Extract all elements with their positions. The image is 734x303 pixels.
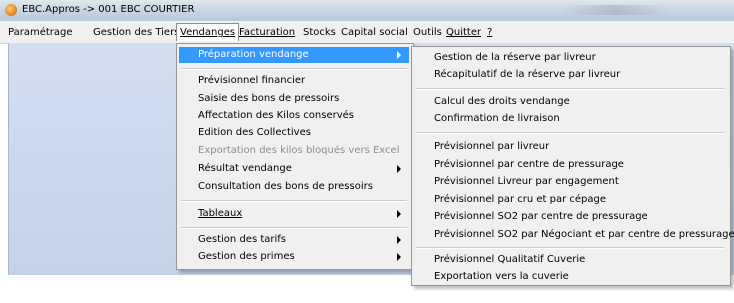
menu-item-label: Résultat vendange <box>198 163 292 174</box>
menu-item-label: Consultation des bons de pressoirs <box>198 181 373 192</box>
menu-gestion-des-tiers[interactable]: Gestion des Tiers <box>91 25 181 40</box>
menu-vendanges[interactable]: Vendanges <box>176 23 240 41</box>
menu-item-confirmation-livraison[interactable]: Confirmation de livraison <box>414 111 726 127</box>
menu-item-prev-engagement[interactable]: Prévisionnel Livreur par engagement <box>414 174 726 190</box>
menu-item-label: Gestion de la réserve par livreur <box>434 52 596 63</box>
menu-item-calcul-droits[interactable]: Calcul des droits vendange <box>414 94 726 110</box>
menu-item-saisie-bons-pressoirs[interactable]: Saisie des bons de pressoirs <box>179 91 409 107</box>
menu-item-resultat-vendange[interactable]: Résultat vendange <box>179 161 409 177</box>
menu-item-label: Edition des Collectives <box>198 127 311 138</box>
menu-item-prev-so2-centre[interactable]: Prévisionnel SO2 par centre de pressurag… <box>414 209 726 225</box>
menu-item-previsionnel-financier[interactable]: Prévisionnel financier <box>179 73 409 89</box>
menu-item-recap-reserve[interactable]: Récapitulatif de la réserve par livreur <box>414 67 726 83</box>
menu-item-prev-cru-cepage[interactable]: Prévisionnel par cru et par cépage <box>414 192 726 208</box>
menu-item-label: Prévisionnel financier <box>198 75 306 86</box>
menu-item-edition-collectives[interactable]: Edition des Collectives <box>179 125 409 141</box>
menu-separator <box>181 227 407 229</box>
menu-item-label: Confirmation de livraison <box>434 113 560 124</box>
menu-capital-social[interactable]: Capital social <box>339 25 410 40</box>
menu-item-prev-qualitatif-cuverie[interactable]: Prévisionnel Qualitatif Cuverie <box>414 252 726 268</box>
menu-item-prev-centre-pressurage[interactable]: Prévisionnel par centre de pressurage <box>414 157 726 173</box>
menu-item-label: Gestion des tarifs <box>198 234 287 245</box>
submenu-arrow-icon <box>397 253 401 261</box>
menu-item-label: Calcul des droits vendange <box>434 96 570 107</box>
menu-item-label: Prévisionnel Qualitatif Cuverie <box>434 254 586 265</box>
menu-item-affectation-kilos[interactable]: Affectation des Kilos conservés <box>179 108 409 124</box>
submenu-arrow-icon <box>397 165 401 173</box>
menu-separator <box>416 132 724 134</box>
menu-item-label: Saisie des bons de pressoirs <box>198 93 340 104</box>
menu-item-label: Gestion des primes <box>198 251 295 262</box>
menu-vendanges-label: Vendanges <box>180 27 236 38</box>
title-bar: EBC.Appros -> 001 EBC COURTIER <box>0 0 734 22</box>
menu-item-label: Prévisionnel par cru et par cépage <box>434 194 607 205</box>
menu-item-label: Exportation des kilos bloqués vers Excel <box>198 145 400 156</box>
menu-item-consultation-bons[interactable]: Consultation des bons de pressoirs <box>179 179 409 195</box>
menu-item-label: Récapitulatif de la réserve par livreur <box>434 69 621 80</box>
submenu-arrow-icon <box>397 210 401 218</box>
menu-item-label: Affectation des Kilos conservés <box>198 110 354 121</box>
vendanges-dropdown: Préparation vendange Prévisionnel financ… <box>176 43 414 270</box>
menu-separator <box>181 200 407 202</box>
title-bar-blurred-area <box>560 5 670 15</box>
menu-separator <box>416 88 724 90</box>
menu-item-label: Prévisionnel SO2 par Négociant et par ce… <box>434 229 734 240</box>
menu-separator <box>416 247 724 249</box>
preparation-vendange-submenu: Gestion de la réserve par livreur Récapi… <box>411 46 734 286</box>
menu-item-export-cuverie[interactable]: Exportation vers la cuverie <box>414 269 726 285</box>
menu-quitter[interactable]: Quitter <box>444 25 483 40</box>
menu-facturation-label: Facturation <box>239 27 296 38</box>
menu-item-tableaux[interactable]: Tableaux <box>179 206 409 222</box>
menu-item-gestion-tarifs[interactable]: Gestion des tarifs <box>179 232 409 248</box>
menu-item-gestion-primes[interactable]: Gestion des primes <box>179 249 409 265</box>
menu-outils[interactable]: Outils <box>411 25 444 40</box>
menu-parametrage[interactable]: Paramétrage <box>6 25 75 40</box>
menu-item-label: Tableaux <box>198 206 242 222</box>
menu-item-prev-so2-negociant[interactable]: Prévisionnel SO2 par Négociant et par ce… <box>414 227 734 243</box>
submenu-arrow-icon <box>397 51 401 59</box>
menu-item-label: Prévisionnel par livreur <box>434 141 550 152</box>
menu-stocks[interactable]: Stocks <box>301 25 338 40</box>
menu-item-preparation-vendange[interactable]: Préparation vendange <box>179 47 409 63</box>
menu-item-prev-livreur[interactable]: Prévisionnel par livreur <box>414 139 726 155</box>
window-title: EBC.Appros -> 001 EBC COURTIER <box>22 4 195 15</box>
menu-item-label: Préparation vendange <box>198 49 309 60</box>
menu-bar: Paramétrage Gestion des Tiers Vendanges … <box>0 21 734 44</box>
menu-item-label: Prévisionnel Livreur par engagement <box>434 176 619 187</box>
menu-item-label-text: Tableaux <box>198 208 243 219</box>
menu-help[interactable]: ? <box>485 25 494 40</box>
menu-item-label: Prévisionnel par centre de pressurage <box>434 159 624 170</box>
menu-item-label: Exportation vers la cuverie <box>434 271 569 282</box>
menu-item-label: Prévisionnel SO2 par centre de pressurag… <box>434 211 648 222</box>
submenu-arrow-icon <box>397 236 401 244</box>
menu-separator <box>181 68 407 70</box>
app-icon <box>5 4 17 16</box>
menu-help-label: ? <box>487 27 493 38</box>
menu-quitter-label: Quitter <box>446 27 482 38</box>
menu-item-exportation-kilos-disabled: Exportation des kilos bloqués vers Excel <box>179 143 409 159</box>
menu-facturation[interactable]: Facturation <box>237 25 297 40</box>
menu-item-gestion-reserve[interactable]: Gestion de la réserve par livreur <box>414 50 726 66</box>
